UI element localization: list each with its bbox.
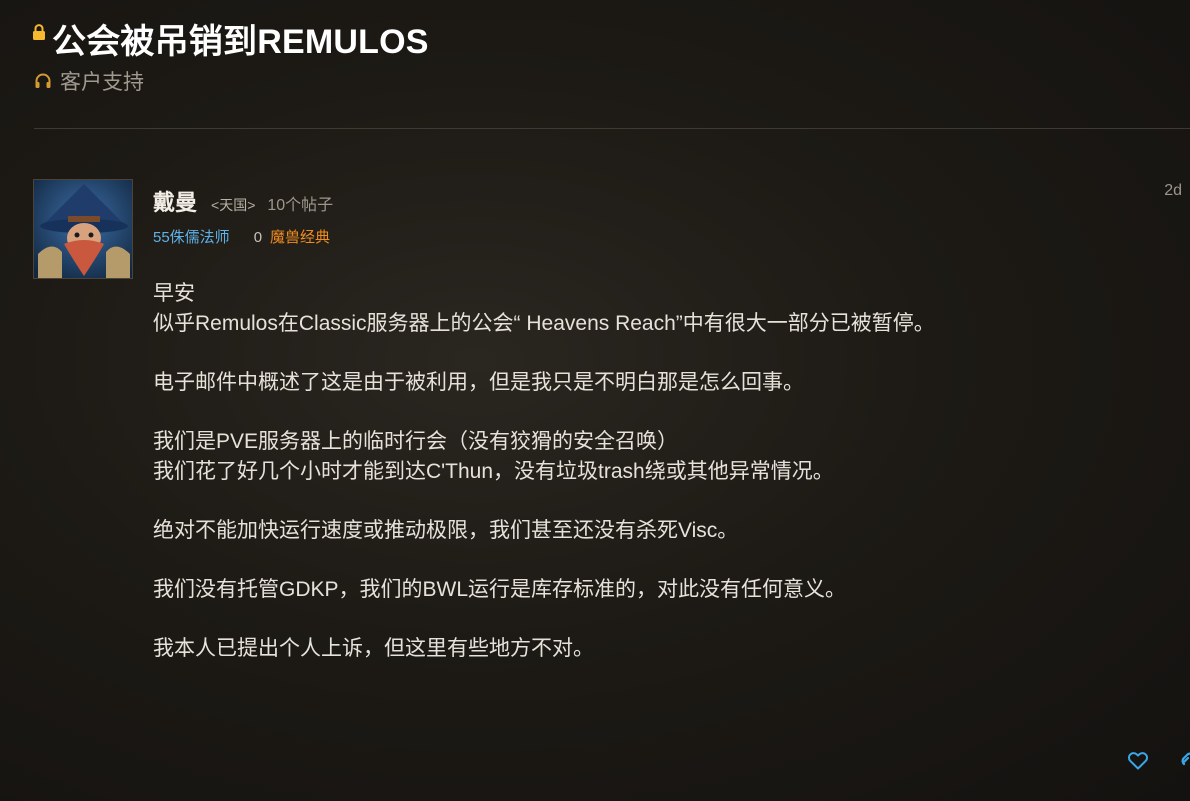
- post-paragraph: 我本人已提出个人上诉，但这里有些地方不对。: [153, 637, 594, 660]
- post-paragraph: 绝对不能加快运行速度或推动极限，我们甚至还没有杀死Visc。: [153, 519, 739, 542]
- post-count: 10个帖子: [267, 197, 334, 214]
- headset-icon: [35, 73, 51, 88]
- category-badge[interactable]: 客户支持: [34, 66, 144, 96]
- category-link[interactable]: 客户支持: [60, 66, 144, 96]
- heart-icon[interactable]: [1126, 748, 1150, 772]
- post-paragraph: 我们没有托管GDKP，我们的BWL运行是库存标准的，对此没有任何意义。: [153, 578, 847, 601]
- header-divider: [34, 128, 1190, 129]
- author-name[interactable]: 戴曼: [153, 185, 197, 217]
- link-icon[interactable]: [1180, 748, 1190, 772]
- post-paragraph: 电子邮件中概述了这是由于被利用，但是我只是不明白那是怎么回事。: [153, 371, 804, 394]
- post-line: 我们是PVE服务器上的临时行会（没有狡猾的安全召唤）: [153, 430, 679, 453]
- guild-tag: <天国>: [211, 197, 256, 213]
- post-line: 早安: [153, 282, 195, 305]
- author-avatar[interactable]: [33, 179, 133, 279]
- post-line: 似乎Remulos在Classic服务器上的公会“ Heavens Reach”…: [153, 312, 935, 335]
- post-line: 我们花了好几个小时才能到达C'Thun，没有垃圾trash绕或其他异常情况。: [153, 460, 834, 483]
- lock-icon: [33, 23, 45, 40]
- character-class[interactable]: 55侏儒法师: [153, 226, 230, 247]
- character-meta: 55侏儒法师 0 魔兽经典: [153, 226, 330, 247]
- author-info: 戴曼 <天国> 10个帖子: [153, 185, 333, 217]
- achievement-points: 0: [253, 229, 263, 246]
- avatar-portrait: [34, 180, 132, 278]
- post-timestamp[interactable]: 2d: [1164, 182, 1182, 200]
- game-label: 魔兽经典: [270, 229, 331, 246]
- post-paragraph: 我们是PVE服务器上的临时行会（没有狡猾的安全召唤） 我们花了好几个小时才能到达…: [153, 427, 1153, 487]
- topic-title: 公会被吊销到REMULOS: [52, 23, 429, 61]
- topic-header: 公会被吊销到REMULOS: [32, 14, 429, 63]
- post-paragraph: 早安 似乎Remulos在Classic服务器上的公会“ Heavens Rea…: [153, 279, 1153, 339]
- post-body: 早安 似乎Remulos在Classic服务器上的公会“ Heavens Rea…: [153, 279, 1153, 693]
